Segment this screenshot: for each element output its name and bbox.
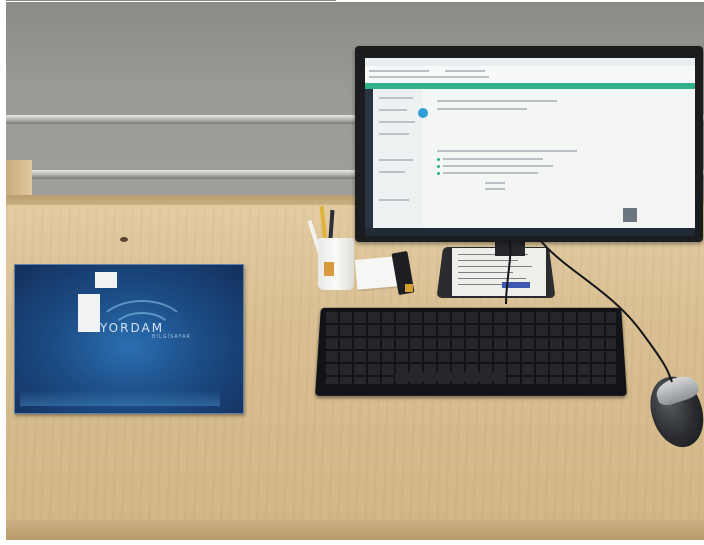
keyboard-cable bbox=[505, 239, 512, 305]
cables-layer bbox=[505, 239, 673, 383]
mouse-cable bbox=[539, 239, 673, 383]
photo-scene: YORDAM BİLGİSAYAR bbox=[0, 0, 704, 545]
